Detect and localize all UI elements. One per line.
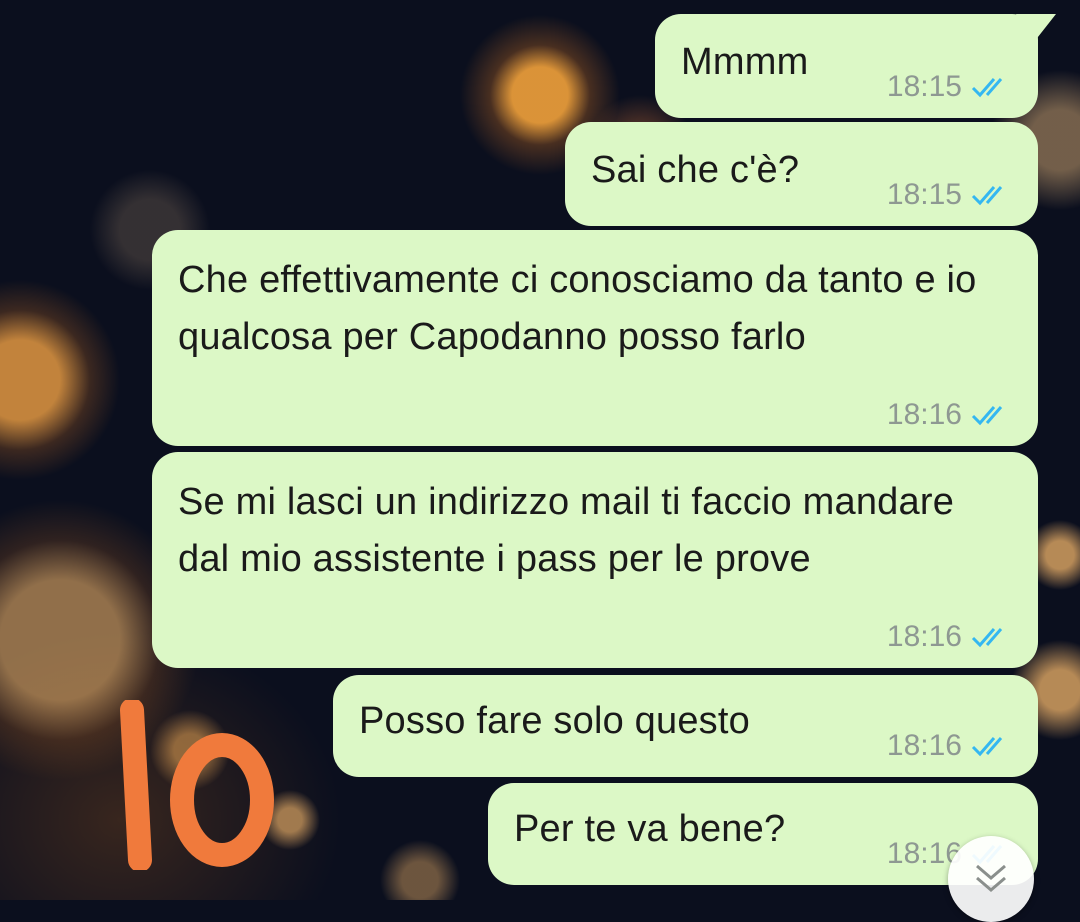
double-check-icon <box>971 406 1003 426</box>
message-meta: 18:16 <box>887 398 1014 432</box>
message-bubble-outgoing[interactable]: Sai che c'è? 18:15 <box>565 122 1038 226</box>
message-time: 18:16 <box>886 398 962 431</box>
message-bubble-outgoing[interactable]: Che effettivamente ci conosciamo da tant… <box>152 230 1038 446</box>
message-time: 18:16 <box>886 620 962 653</box>
message-bubble-outgoing[interactable]: Posso fare solo questo 18:16 <box>333 675 1038 777</box>
message-text: Se mi lasci un indirizzo mail ti faccio … <box>178 481 955 580</box>
message-meta: 18:15 <box>887 178 1014 212</box>
double-check-icon <box>971 186 1003 206</box>
scroll-to-bottom-button[interactable] <box>948 836 1034 922</box>
handwritten-io-annotation <box>120 700 274 870</box>
message-meta: 18:15 <box>887 70 1014 104</box>
message-time: 18:16 <box>886 729 962 762</box>
bubble-tail <box>1016 14 1056 42</box>
message-meta: 18:16 <box>887 729 1014 763</box>
double-check-icon <box>971 737 1003 757</box>
message-meta: 18:16 <box>887 620 1014 654</box>
double-check-icon <box>971 78 1003 98</box>
message-text: Che effettivamente ci conosciamo da tant… <box>178 259 977 358</box>
message-time: 18:15 <box>886 178 962 211</box>
message-bubble-outgoing[interactable]: Mmmm 18:15 <box>655 14 1056 118</box>
message-bubble-outgoing[interactable]: Se mi lasci un indirizzo mail ti faccio … <box>152 452 1038 668</box>
message-time: 18:15 <box>886 70 962 103</box>
chevron-double-down-icon <box>976 864 1006 892</box>
double-check-icon <box>971 628 1003 648</box>
